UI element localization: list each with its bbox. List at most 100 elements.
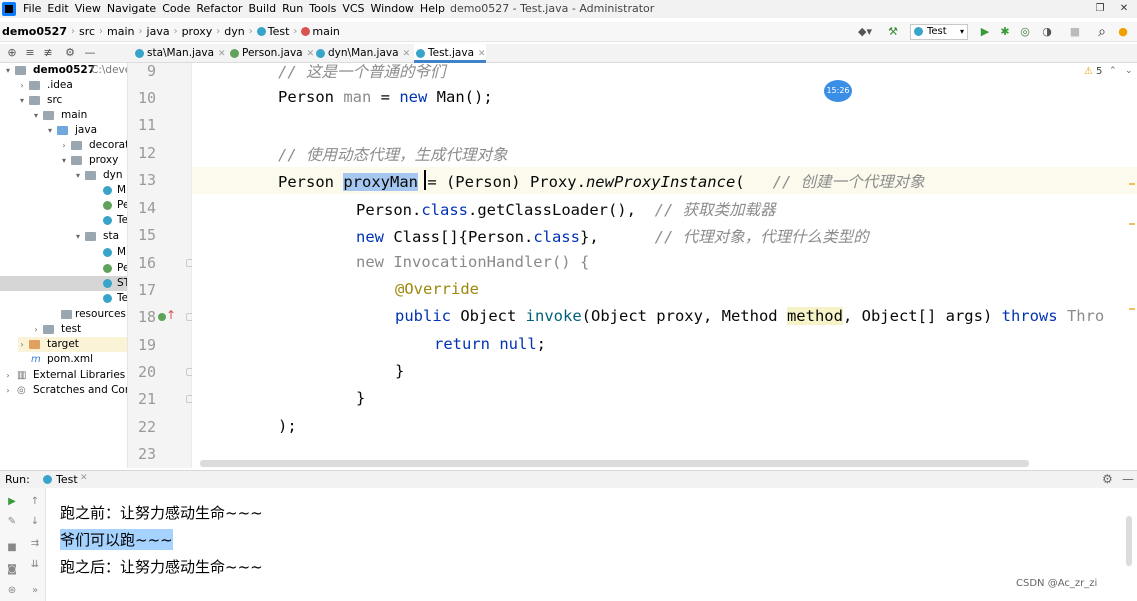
menu-build[interactable]: Build bbox=[246, 0, 280, 18]
close-tab-icon[interactable]: ✕ bbox=[478, 49, 486, 59]
previous-highlight-icon[interactable]: ⌃ bbox=[1109, 66, 1117, 76]
close-tab-icon[interactable]: ✕ bbox=[218, 49, 226, 59]
camera-icon[interactable]: ◙ bbox=[5, 563, 19, 577]
search-icon[interactable]: ⌕ bbox=[1094, 24, 1110, 40]
implements-icon[interactable] bbox=[158, 313, 166, 321]
build-hammer-icon[interactable]: ⚒ bbox=[885, 24, 901, 40]
breadcrumb-project[interactable]: demo0527 bbox=[0, 22, 69, 42]
tab-test[interactable]: Test.java ✕ bbox=[414, 44, 486, 63]
restore-window-icon[interactable]: ❐ bbox=[1090, 0, 1110, 18]
minimize-icon[interactable]: — bbox=[1122, 472, 1134, 486]
tree-label: External Libraries bbox=[33, 369, 126, 381]
override-up-arrow-icon[interactable]: ↑ bbox=[166, 308, 176, 322]
stop-icon[interactable]: ■ bbox=[1068, 24, 1082, 40]
run-tab-test[interactable]: Test bbox=[56, 473, 78, 486]
rerun-icon[interactable]: ▶ bbox=[5, 495, 19, 509]
expand-arrow-icon[interactable]: › bbox=[4, 368, 12, 383]
scroll-marker bbox=[1129, 223, 1135, 225]
up-arrow-icon[interactable]: ↑ bbox=[28, 495, 42, 509]
menu-code[interactable]: Code bbox=[159, 0, 193, 18]
menu-window[interactable]: Window bbox=[368, 0, 417, 18]
menu-refactor[interactable]: Refactor bbox=[193, 0, 245, 18]
next-highlight-icon[interactable]: ⌄ bbox=[1125, 66, 1133, 76]
warning-icon[interactable]: ⚠ bbox=[1084, 66, 1093, 77]
collapse-all-icon[interactable]: ≢ bbox=[40, 45, 56, 61]
expand-arrow-icon[interactable]: ▾ bbox=[74, 168, 82, 183]
wrench-icon[interactable]: ✎ bbox=[5, 515, 19, 529]
menu-help[interactable]: Help bbox=[417, 0, 448, 18]
expand-arrow-icon[interactable]: › bbox=[32, 322, 40, 337]
breadcrumb-proxy[interactable]: proxy bbox=[180, 22, 215, 42]
more-icon[interactable]: » bbox=[28, 584, 42, 598]
floating-timer-badge[interactable]: 15:26 bbox=[824, 80, 852, 102]
close-window-icon[interactable]: ✕ bbox=[1114, 0, 1134, 18]
tree-node-target[interactable]: › target bbox=[18, 337, 127, 352]
hide-icon[interactable]: — bbox=[82, 45, 98, 61]
console-output[interactable]: 跑之前：让努力感动生命~~~ 爷们可以跑~~~ 跑之后：让努力感动生命~~~ C… bbox=[46, 488, 1137, 601]
breadcrumb-java[interactable]: java bbox=[145, 22, 172, 42]
chevron-right-icon: › bbox=[138, 26, 143, 37]
breadcrumb-test[interactable]: Test bbox=[255, 22, 292, 42]
breadcrumb-main[interactable]: main bbox=[105, 22, 136, 42]
menu-navigate[interactable]: Navigate bbox=[104, 0, 159, 18]
expand-all-icon[interactable]: ≡ bbox=[22, 45, 38, 61]
add-icon[interactable]: ⊕ bbox=[4, 45, 20, 61]
menu-edit[interactable]: Edit bbox=[44, 0, 71, 18]
code-editor[interactable]: // 这是一个普通的爷们 Person man = new Man(); // … bbox=[192, 63, 1137, 468]
expand-arrow-icon[interactable]: ▾ bbox=[18, 93, 26, 108]
expand-arrow-icon[interactable]: ▾ bbox=[46, 123, 54, 138]
menu-vcs[interactable]: VCS bbox=[339, 0, 367, 18]
tree-label: src bbox=[47, 94, 63, 106]
run-icon[interactable]: ▶ bbox=[978, 24, 992, 40]
expand-arrow-icon[interactable]: ▾ bbox=[74, 229, 82, 244]
run-configuration-select[interactable]: Test ▾ bbox=[910, 24, 968, 40]
close-run-tab-icon[interactable]: ✕ bbox=[80, 473, 88, 483]
tree-label: ST bbox=[117, 277, 127, 289]
gear-icon[interactable]: ⚙ bbox=[62, 45, 78, 61]
run-toolbar: ▶ ↑ ✎ ↓ ■ ⇉ ◙ ⇊ ⊛ » bbox=[0, 488, 46, 601]
menu-bar: File Edit View Navigate Code Refactor Bu… bbox=[0, 0, 1137, 18]
profile-icon[interactable]: ◑ bbox=[1040, 24, 1054, 40]
console-scrollbar[interactable] bbox=[1126, 516, 1132, 566]
class-icon bbox=[103, 186, 112, 195]
menu-run[interactable]: Run bbox=[279, 0, 306, 18]
expand-arrow-icon[interactable]: › bbox=[4, 383, 12, 398]
menu-file[interactable]: File bbox=[20, 0, 44, 18]
line-number: 20 bbox=[137, 363, 156, 381]
breadcrumb-main-method[interactable]: main bbox=[299, 22, 341, 42]
update-icon[interactable]: ● bbox=[1116, 24, 1130, 40]
expand-arrow-icon[interactable]: › bbox=[18, 337, 26, 352]
horizontal-scrollbar[interactable] bbox=[200, 460, 1029, 467]
soft-wrap-icon[interactable]: ⇉ bbox=[28, 537, 42, 551]
tree-label: java bbox=[75, 124, 97, 136]
menu-view[interactable]: View bbox=[72, 0, 104, 18]
breadcrumb-src[interactable]: src bbox=[77, 22, 97, 42]
tab-dyn-man[interactable]: dyn\Man.java ✕ bbox=[314, 44, 410, 63]
pin-icon[interactable]: ⊛ bbox=[5, 584, 19, 598]
navigation-dropdown-icon[interactable]: ◆▾ bbox=[855, 24, 875, 40]
warning-count[interactable]: 5 bbox=[1096, 66, 1102, 77]
tab-person[interactable]: Person.java ✕ bbox=[228, 44, 314, 63]
chevron-right-icon: › bbox=[216, 26, 221, 37]
tree-label: Te bbox=[117, 292, 128, 304]
scroll-to-end-icon[interactable]: ⇊ bbox=[28, 558, 42, 572]
close-tab-icon[interactable]: ✕ bbox=[403, 49, 411, 59]
expand-arrow-icon[interactable]: ▾ bbox=[4, 63, 12, 78]
tree-label: dyn bbox=[103, 169, 123, 181]
menu-tools[interactable]: Tools bbox=[306, 0, 339, 18]
down-arrow-icon[interactable]: ↓ bbox=[28, 515, 42, 529]
coverage-icon[interactable]: ◎ bbox=[1018, 24, 1032, 40]
expand-arrow-icon[interactable]: › bbox=[18, 78, 26, 93]
tab-sta-man[interactable]: sta\Man.java ✕ bbox=[133, 44, 226, 63]
expand-arrow-icon[interactable]: ▾ bbox=[60, 153, 68, 168]
stop-icon[interactable]: ■ bbox=[5, 541, 19, 555]
expand-arrow-icon[interactable]: ▾ bbox=[32, 108, 40, 123]
code-token: new bbox=[399, 88, 428, 106]
debug-icon[interactable]: ✱ bbox=[998, 24, 1012, 40]
gear-icon[interactable]: ⚙ bbox=[1102, 472, 1113, 486]
expand-arrow-icon[interactable]: › bbox=[60, 138, 68, 153]
chevron-right-icon: › bbox=[248, 26, 253, 37]
code-token: new bbox=[356, 253, 384, 271]
breadcrumb-dyn[interactable]: dyn bbox=[222, 22, 246, 42]
tree-label: sta bbox=[103, 230, 120, 242]
